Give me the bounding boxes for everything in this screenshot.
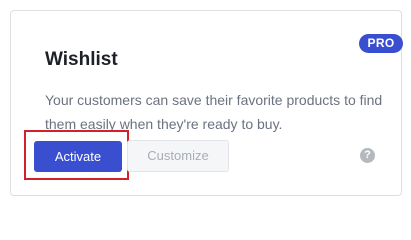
question-circle-icon[interactable]: ? — [360, 148, 375, 163]
pro-badge: PRO — [359, 34, 403, 53]
card-title: Wishlist — [45, 49, 118, 70]
activate-button[interactable]: Activate — [34, 141, 122, 172]
customize-button[interactable]: Customize — [127, 140, 229, 172]
card-description: Your customers can save their favorite p… — [45, 92, 383, 132]
